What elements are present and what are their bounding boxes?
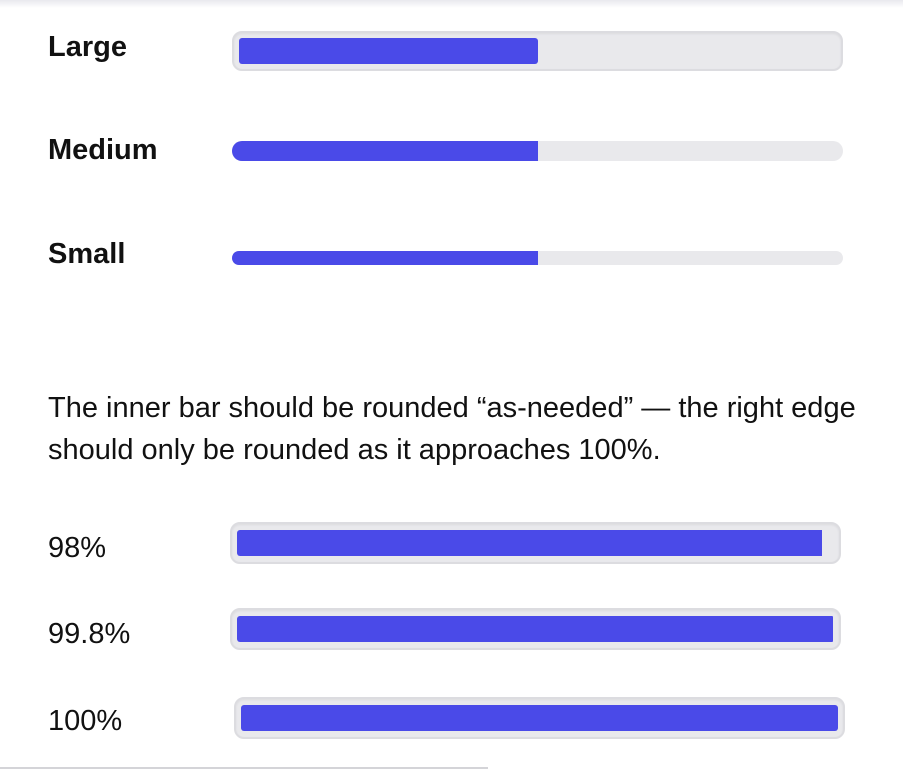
progress-fill-98 <box>237 530 823 556</box>
progress-bar-small <box>232 251 843 265</box>
progress-bar-99-8 <box>230 608 841 650</box>
progress-fill-large <box>239 38 538 64</box>
percent-label-98: 98% <box>48 532 107 564</box>
size-label-medium: Medium <box>48 134 158 166</box>
size-label-small: Small <box>48 238 126 270</box>
percent-label-99-8: 99.8% <box>48 618 131 650</box>
size-label-large: Large <box>48 31 127 63</box>
progress-bar-medium <box>232 141 843 161</box>
progress-bar-large <box>232 31 843 71</box>
progress-fill-medium <box>232 141 538 161</box>
progress-bar-100 <box>234 697 845 739</box>
rounding-note: The inner bar should be rounded “as-need… <box>48 392 856 466</box>
progress-fill-small <box>232 251 538 265</box>
top-shadow <box>0 0 903 8</box>
progress-fill-99-8 <box>237 616 833 642</box>
progress-fill-100 <box>241 705 838 731</box>
percent-label-100: 100% <box>48 705 123 737</box>
progress-bar-98 <box>230 522 841 564</box>
